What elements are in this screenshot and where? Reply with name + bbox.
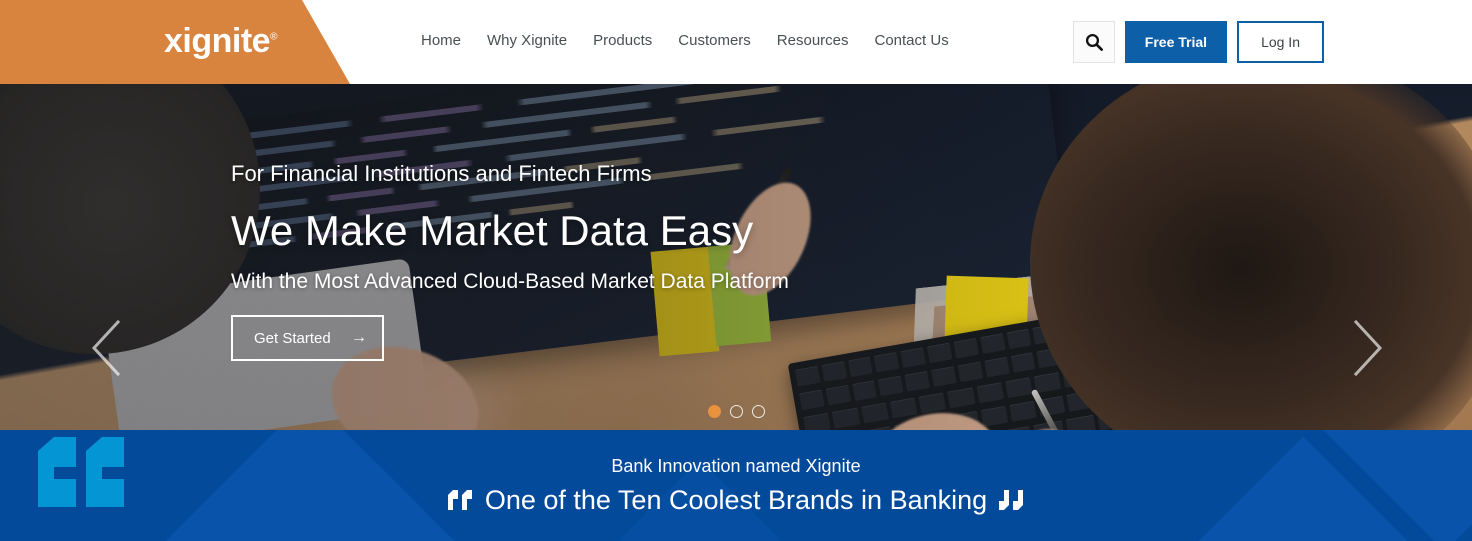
nav-item-customers[interactable]: Customers: [665, 31, 764, 51]
arrow-right-icon: →: [351, 329, 367, 346]
logo-text: xignite: [164, 22, 271, 60]
quote-close-icon: [999, 490, 1024, 510]
carousel-dot-2[interactable]: [729, 405, 743, 418]
carousel-dots: [0, 405, 1472, 418]
search-button[interactable]: [1072, 21, 1115, 63]
header-actions: Free Trial Log In: [1072, 21, 1324, 63]
carousel-next-button[interactable]: [1344, 316, 1388, 380]
login-button[interactable]: Log In: [1237, 21, 1324, 63]
nav-item-contact-us[interactable]: Contact Us: [862, 31, 962, 51]
hero-title: We Make Market Data Easy: [231, 207, 754, 254]
hero-carousel: For Financial Institutions and Fintech F…: [0, 84, 1472, 430]
nav-item-why-xignite[interactable]: Why Xignite: [474, 31, 580, 51]
get-started-button[interactable]: Get Started →: [231, 315, 384, 361]
carousel-dot-3[interactable]: [751, 405, 765, 418]
hero-eyebrow: For Financial Institutions and Fintech F…: [231, 161, 652, 186]
carousel-dot-1[interactable]: [707, 405, 721, 418]
award-banner-text: Bank Innovation named Xignite One of the…: [0, 430, 1472, 541]
quote-open-icon: [447, 490, 472, 510]
search-icon: [1085, 33, 1103, 51]
hero-content: For Financial Institutions and Fintech F…: [0, 84, 1472, 430]
nav-item-products[interactable]: Products: [580, 31, 665, 51]
page-root: xignite® Home Why Xignite Products Custo…: [0, 0, 1472, 541]
hero-subtitle: With the Most Advanced Cloud-Based Marke…: [231, 270, 789, 293]
get-started-label: Get Started: [254, 329, 331, 347]
main-navigation: Home Why Xignite Products Customers Reso…: [421, 31, 962, 51]
site-header: xignite® Home Why Xignite Products Custo…: [0, 0, 1472, 84]
award-banner-quote-text: One of the Ten Coolest Brands in Banking: [484, 485, 988, 515]
registered-trademark-icon: ®: [270, 31, 277, 43]
nav-item-home[interactable]: Home: [421, 31, 474, 51]
site-logo[interactable]: xignite®: [164, 21, 277, 61]
carousel-prev-button[interactable]: [86, 316, 130, 380]
free-trial-button[interactable]: Free Trial: [1124, 21, 1228, 63]
award-banner-line2: One of the Ten Coolest Brands in Banking: [447, 483, 1024, 517]
chevron-right-icon: [1353, 319, 1383, 377]
nav-item-resources[interactable]: Resources: [764, 31, 862, 51]
chevron-left-icon: [91, 319, 121, 377]
award-banner-line1: Bank Innovation named Xignite: [611, 456, 861, 476]
